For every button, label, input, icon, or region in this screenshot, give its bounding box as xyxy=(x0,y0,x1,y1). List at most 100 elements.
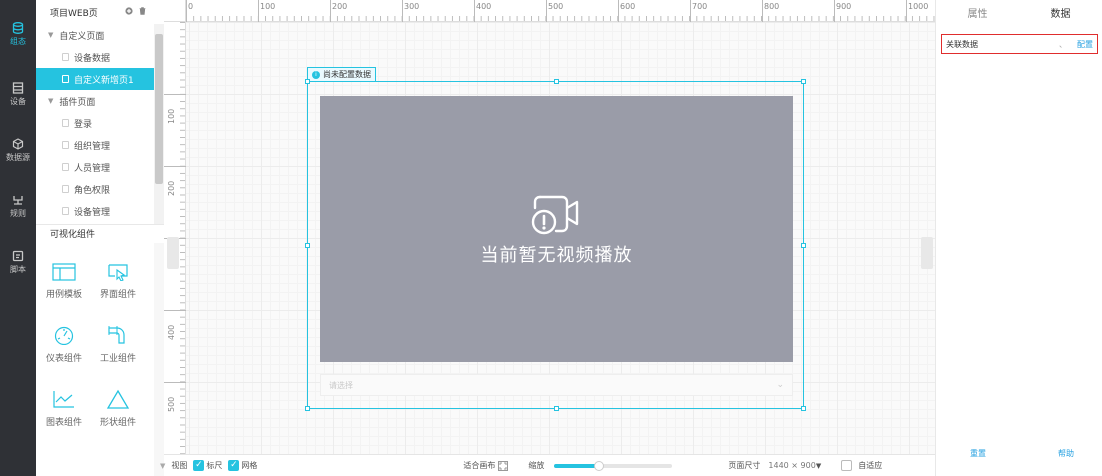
tree-item-device-data[interactable]: 设备数据 xyxy=(36,46,154,68)
tree-item-label: 登录 xyxy=(74,119,93,130)
tree-group-custom[interactable]: ▼ 自定义页面 xyxy=(36,24,154,46)
scroll-down-icon[interactable]: ▼ xyxy=(160,462,165,470)
tree-item-label: 设备数据 xyxy=(74,53,111,64)
component-panel-title: 可视化组件 xyxy=(50,230,96,240)
nav-item-device[interactable]: 设备 xyxy=(0,82,36,118)
comp-industrial[interactable]: 工业组件 xyxy=(94,325,142,375)
video-source-select[interactable]: 请选择 ⌄ xyxy=(320,374,793,396)
help-button[interactable]: 帮助 xyxy=(1058,448,1074,459)
ruler-label: 1000 xyxy=(908,2,929,11)
tree-item-personnel[interactable]: 人员管理 xyxy=(36,156,154,178)
collapse-right-handle[interactable] xyxy=(921,237,933,269)
video-player[interactable]: 当前暂无视频播放 xyxy=(320,96,793,362)
resize-handle[interactable] xyxy=(305,79,310,84)
ruler-label: 900 xyxy=(836,2,852,11)
ruler-corner xyxy=(164,0,186,22)
tab-properties[interactable]: 属性 xyxy=(936,0,1019,24)
collapse-left-handle[interactable] xyxy=(167,237,179,269)
tree-item-label: 组织管理 xyxy=(74,141,111,152)
widget-tag-text: 尚未配置数据 xyxy=(323,70,371,79)
tree-scrollbar[interactable] xyxy=(154,24,164,224)
linked-data-separator: 、 xyxy=(1059,39,1067,49)
comp-label: 工业组件 xyxy=(99,354,136,364)
comp-chart[interactable]: 图表组件 xyxy=(40,389,88,439)
canvas-toolbar: ▼ 视图 ✓ 标尺 ✓ 网格 适合画布 缩放 页面尺寸 1440 × 900 ▼… xyxy=(160,454,935,476)
tab-data[interactable]: 数据 xyxy=(1019,0,1102,24)
ruler-label: 500 xyxy=(548,2,564,11)
resize-handle[interactable] xyxy=(305,406,310,411)
widget-status-tag: i 尚未配置数据 xyxy=(307,67,376,81)
fit-canvas-icon[interactable] xyxy=(498,460,509,471)
nav-label: 设备 xyxy=(10,97,26,106)
editor-app: 组态 设备 数据源 规则 脚本 项目WEB页 ▼ 自定义页面 设备数据 自定义新… xyxy=(0,0,1102,476)
comp-label: 图表组件 xyxy=(45,418,82,428)
resize-handle[interactable] xyxy=(801,79,806,84)
reset-button[interactable]: 重置 xyxy=(970,448,986,459)
configure-link[interactable]: 配置 xyxy=(1077,39,1093,50)
resize-handle[interactable] xyxy=(801,406,806,411)
tree-title: 项目WEB页 xyxy=(50,8,98,19)
comp-shape[interactable]: 形状组件 xyxy=(94,389,142,439)
info-icon: i xyxy=(312,70,320,79)
ruler-checkbox[interactable]: ✓ xyxy=(193,460,205,471)
video-widget[interactable]: i 尚未配置数据 当前暂无视频播放 请选择 ⌄ xyxy=(305,67,806,411)
component-panel: 可视化组件 用例模板 界面组件 仪表组件 工业组件 图表组件 形状组件 xyxy=(36,224,164,476)
ruler-label: 700 xyxy=(692,2,708,11)
tree-item-custom-page1[interactable]: 自定义新增页1 xyxy=(36,68,154,90)
ui-component-icon xyxy=(108,264,128,281)
grid-checkbox[interactable]: ✓ xyxy=(228,460,240,471)
ruler-label: 100 xyxy=(167,108,176,124)
scroll-thumb[interactable] xyxy=(155,34,163,184)
nav-label: 数据源 xyxy=(6,153,30,162)
linked-data-row: 关联数据 、 配置 xyxy=(941,34,1098,54)
add-page-icon[interactable] xyxy=(125,7,133,15)
comp-label: 仪表组件 xyxy=(45,354,82,364)
zoom-slider-fill xyxy=(554,463,600,468)
tree-item-label: 人员管理 xyxy=(74,163,111,174)
nav-item-datasource[interactable]: 数据源 xyxy=(0,138,36,174)
caret-down-icon: ▼ xyxy=(48,31,54,39)
component-scrollbar[interactable] xyxy=(154,243,164,476)
ruler-label: 200 xyxy=(167,180,176,196)
video-empty-message: 当前暂无视频播放 xyxy=(480,245,633,266)
page-icon xyxy=(62,119,69,127)
triangle-icon xyxy=(106,389,130,409)
database-icon xyxy=(12,22,24,34)
comp-label: 界面组件 xyxy=(99,290,136,300)
page-size-value[interactable]: 1440 × 900 xyxy=(768,461,815,470)
cube-icon xyxy=(12,138,24,150)
tree-item-login[interactable]: 登录 xyxy=(36,112,154,134)
trash-icon[interactable] xyxy=(139,7,146,15)
comp-ui[interactable]: 界面组件 xyxy=(94,263,142,313)
template-icon xyxy=(52,263,76,281)
nav-item-rules[interactable]: 规则 xyxy=(0,194,36,230)
tree-group-label: 插件页面 xyxy=(59,97,96,108)
linked-data-label: 关联数据 xyxy=(946,39,978,49)
resize-handle[interactable] xyxy=(554,406,559,411)
tree-item-roles[interactable]: 角色权限 xyxy=(36,178,154,200)
ruler-label: 0 xyxy=(188,2,194,11)
page-icon xyxy=(62,141,69,149)
adaptive-checkbox[interactable] xyxy=(841,460,853,471)
resize-handle[interactable] xyxy=(801,243,806,248)
tree-item-org[interactable]: 组织管理 xyxy=(36,134,154,156)
page-icon xyxy=(62,163,69,171)
resize-handle[interactable] xyxy=(554,79,559,84)
ruler-label: 800 xyxy=(764,2,780,11)
zoom-slider[interactable] xyxy=(554,460,673,471)
ruler-label: 400 xyxy=(167,324,176,340)
comp-template[interactable]: 用例模板 xyxy=(40,263,88,313)
zoom-label: 缩放 xyxy=(528,461,545,470)
resize-handle[interactable] xyxy=(305,243,310,248)
caret-down-icon[interactable]: ▼ xyxy=(816,462,821,470)
nav-item-zutai[interactable]: 组态 xyxy=(0,22,36,58)
tree-group-plugin[interactable]: ▼ 插件页面 xyxy=(36,90,154,112)
pipe-icon xyxy=(108,326,125,344)
caret-down-icon: ▼ xyxy=(48,97,54,105)
nav-item-script[interactable]: 脚本 xyxy=(0,250,36,286)
comp-label: 形状组件 xyxy=(99,418,136,428)
ruler-label: 200 xyxy=(332,2,348,11)
tree-item-device-mgmt[interactable]: 设备管理 xyxy=(36,200,154,222)
comp-gauge[interactable]: 仪表组件 xyxy=(40,325,88,375)
zoom-slider-knob[interactable] xyxy=(594,460,605,471)
